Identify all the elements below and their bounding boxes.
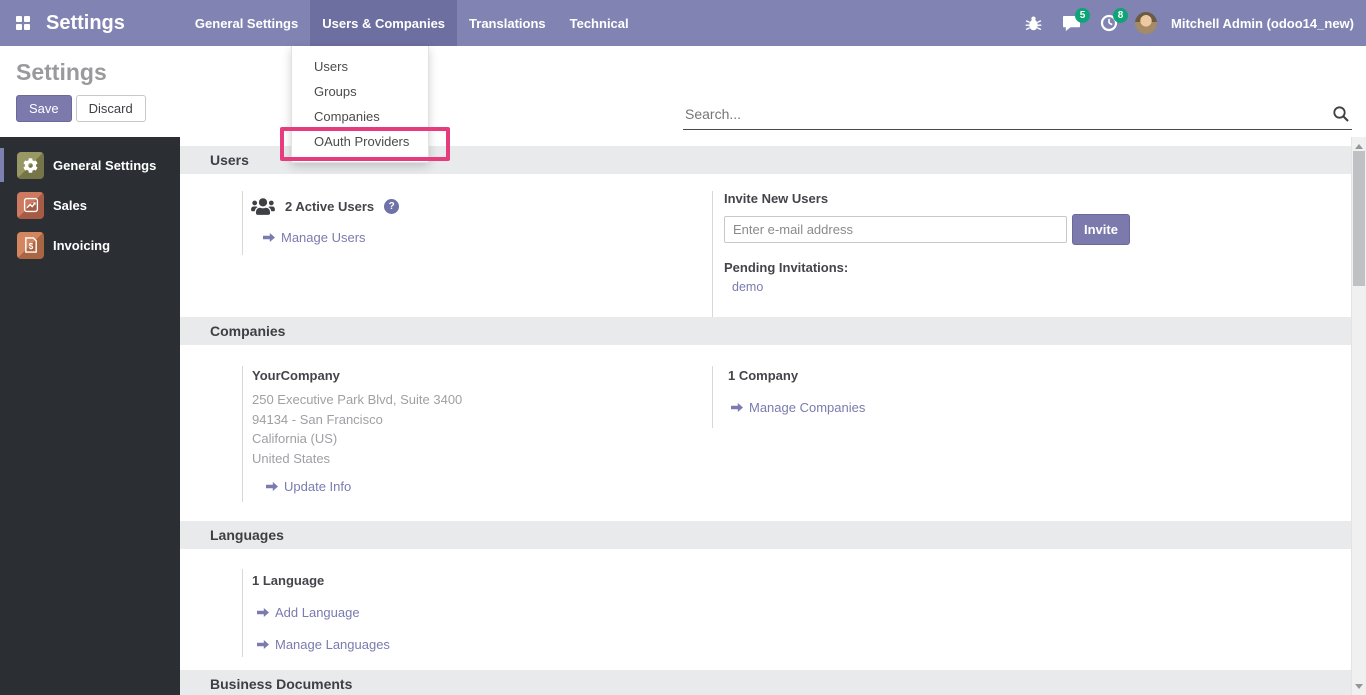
company-address-line: 250 Executive Park Blvd, Suite 3400 [252,390,712,410]
sidebar-item-invoicing[interactable]: $ Invoicing [0,225,180,265]
languages-box: 1 Language Add Language Manage Languages [242,569,712,657]
menu-general-settings[interactable]: General Settings [183,0,310,46]
app-brand-title[interactable]: Settings [46,0,125,46]
sidebar-item-label: Invoicing [53,238,110,253]
invite-email-field[interactable] [724,216,1067,243]
activities-count-badge: 8 [1113,8,1128,23]
settings-sidebar: General Settings Sales $ Invoicing [0,137,180,695]
add-language-link[interactable]: Add Language [257,605,712,620]
menu-translations[interactable]: Translations [457,0,558,46]
search-bar [683,102,1352,130]
sales-chart-icon [17,192,44,219]
update-info-link[interactable]: Update Info [266,479,712,494]
manage-languages-link[interactable]: Manage Languages [257,637,712,652]
section-header-companies: Companies [180,317,1351,345]
sidebar-item-label: General Settings [53,158,156,173]
company-address-line: 94134 - San Francisco [252,410,712,430]
vertical-scrollbar[interactable] [1351,137,1366,695]
dropdown-item-companies[interactable]: Companies [292,104,428,129]
companies-section: YourCompany 250 Executive Park Blvd, Sui… [180,345,1351,521]
sidebar-item-label: Sales [53,198,87,213]
apps-menu-button[interactable] [0,0,46,46]
dropdown-item-users[interactable]: Users [292,54,428,79]
invite-users-box: Invite New Users Invite Pending Invitati… [712,191,1351,317]
search-icon[interactable] [1332,105,1350,128]
dropdown-item-groups[interactable]: Groups [292,79,428,104]
control-panel: Settings Save Discard [0,46,1366,137]
invoice-icon: $ [17,232,44,259]
menu-users-companies[interactable]: Users & Companies [310,0,457,46]
company-count-box: 1 Company Manage Companies [712,366,1351,428]
arrow-right-icon [731,402,743,413]
invite-new-users-label: Invite New Users [724,191,1351,206]
language-count: 1 Language [252,573,712,588]
section-header-business-documents: Business Documents [180,670,1351,695]
scrollbar-thumb[interactable] [1353,151,1365,286]
user-menu-button[interactable]: Mitchell Admin (odoo14_new) [1171,16,1354,31]
company-address-line: United States [252,449,712,469]
company-count: 1 Company [728,368,1351,383]
svg-text:$: $ [28,242,33,251]
company-name: YourCompany [252,368,712,383]
discard-button[interactable]: Discard [76,95,146,122]
pending-invitations-label: Pending Invitations: [724,260,1351,275]
menu-technical[interactable]: Technical [558,0,641,46]
gear-icon [17,152,44,179]
odoo-settings-screen: Settings General Settings Users & Compan… [0,0,1366,695]
active-users-box: 2 Active Users ? Manage Users [242,191,712,255]
apps-grid-icon [16,16,30,30]
top-navbar: Settings General Settings Users & Compan… [0,0,1366,46]
page-title: Settings [16,59,1366,86]
pending-user-link[interactable]: demo [732,280,763,294]
settings-content: Users 2 Active Users ? Manage Users Invi… [180,137,1351,695]
activities-menu-button[interactable]: 8 [1097,11,1121,35]
company-info-box: YourCompany 250 Executive Park Blvd, Sui… [242,366,712,502]
dropdown-item-oauth-providers[interactable]: OAuth Providers [292,129,428,154]
messages-count-badge: 5 [1075,8,1090,23]
help-icon[interactable]: ? [384,199,399,214]
messages-menu-button[interactable]: 5 [1059,11,1083,35]
users-section: 2 Active Users ? Manage Users Invite New… [180,174,1351,317]
arrow-right-icon [263,232,275,243]
section-header-languages: Languages [180,521,1351,549]
save-button[interactable]: Save [16,95,72,122]
manage-companies-link[interactable]: Manage Companies [731,400,1351,415]
arrow-right-icon [257,639,269,650]
systray: 5 8 Mitchell Admin (odoo14_new) [1021,0,1366,46]
debug-bug-icon[interactable] [1021,11,1045,35]
invite-button[interactable]: Invite [1072,214,1130,245]
search-input[interactable] [683,102,1313,122]
company-address-line: California (US) [252,429,712,449]
user-avatar[interactable] [1135,12,1157,34]
sidebar-item-general-settings[interactable]: General Settings [0,145,180,185]
users-companies-dropdown: Users Groups Companies OAuth Providers [291,46,429,163]
arrow-right-icon [266,481,278,492]
top-menu: General Settings Users & Companies Trans… [183,0,641,46]
scroll-down-arrow-icon[interactable] [1352,679,1366,693]
manage-users-link[interactable]: Manage Users [263,230,712,245]
users-group-icon [251,197,275,216]
languages-section: 1 Language Add Language Manage Languages [180,549,1351,670]
active-users-count: 2 Active Users [285,199,374,214]
sidebar-item-sales[interactable]: Sales [0,185,180,225]
arrow-right-icon [257,607,269,618]
